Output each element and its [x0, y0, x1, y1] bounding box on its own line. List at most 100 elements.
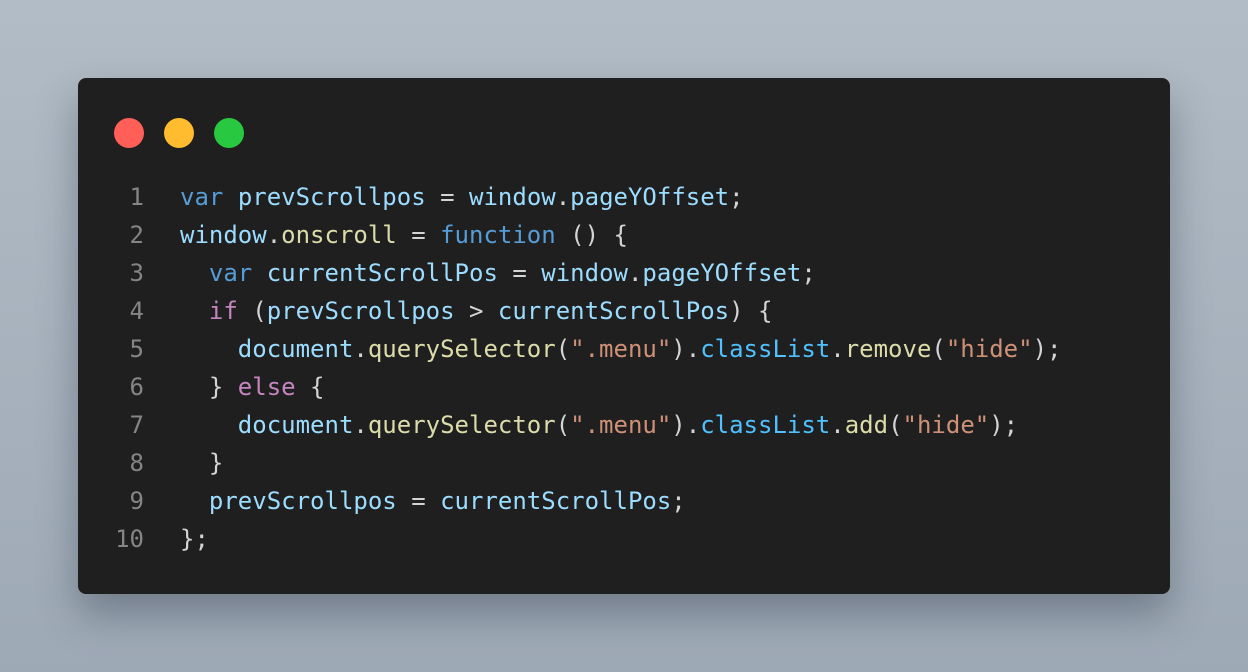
code-token: (: [555, 411, 571, 439]
code-token: pageYOffset: [642, 259, 802, 287]
line-number: 10: [115, 525, 144, 553]
code-token: () {: [555, 221, 628, 249]
maximize-window-button[interactable]: [214, 118, 244, 148]
line-number: 6: [129, 373, 144, 401]
line-code: } else {: [180, 368, 325, 406]
line-code: document.querySelector(".menu").classLis…: [180, 406, 1018, 444]
code-token: (: [931, 335, 946, 363]
line-number: 5: [129, 335, 144, 363]
minimize-window-button[interactable]: [164, 118, 194, 148]
code-token: prevScrollpos: [266, 297, 455, 325]
code-token: "hide": [945, 335, 1033, 363]
code-token: ;: [729, 183, 744, 211]
code-token: document: [237, 335, 354, 363]
code-block: 1 var prevScrollpos = window.pageYOffset;…: [78, 178, 1170, 558]
code-token: .: [627, 259, 643, 287]
line-code: };: [180, 520, 209, 558]
code-token: ".menu": [570, 411, 672, 439]
code-token: ".menu": [570, 335, 672, 363]
code-token: classList: [700, 335, 831, 363]
code-token: .: [830, 335, 845, 363]
code-token: .: [266, 221, 282, 249]
line-number: 4: [129, 297, 144, 325]
code-line: 1 var prevScrollpos = window.pageYOffset;: [78, 178, 1170, 216]
code-line: 6 } else {: [78, 368, 1170, 406]
code-token: };: [180, 525, 209, 553]
code-token: {: [295, 373, 325, 401]
line-code: var currentScrollPos = window.pageYOffse…: [180, 254, 816, 292]
code-line: 5 document.querySelector(".menu").classL…: [78, 330, 1170, 368]
code-token: currentScrollPos: [440, 487, 672, 515]
code-line: 4 if (prevScrollpos > currentScrollPos) …: [78, 292, 1170, 330]
code-token: pageYOffset: [570, 183, 730, 211]
line-code: window.onscroll = function () {: [180, 216, 628, 254]
code-editor-window: 1 var prevScrollpos = window.pageYOffset;…: [78, 78, 1170, 594]
code-token: =: [497, 259, 542, 287]
code-token: =: [396, 221, 441, 249]
code-token: );: [1032, 335, 1062, 363]
line-code: document.querySelector(".menu").classLis…: [180, 330, 1062, 368]
code-token: querySelector: [367, 411, 556, 439]
code-token: ;: [671, 487, 686, 515]
code-token: ;: [801, 259, 816, 287]
line-number: 7: [129, 411, 144, 439]
code-token: .: [353, 335, 368, 363]
code-token: window: [180, 221, 267, 249]
code-token: classList: [700, 411, 831, 439]
code-token: (: [237, 297, 267, 325]
code-line: 2 window.onscroll = function () {: [78, 216, 1170, 254]
code-line: 10};: [78, 520, 1170, 558]
code-token: .: [555, 183, 571, 211]
code-token: ).: [671, 335, 701, 363]
line-number: 8: [129, 449, 144, 477]
code-token: document: [237, 411, 354, 439]
code-token: window: [541, 259, 628, 287]
code-token: =: [425, 183, 470, 211]
line-code: }: [180, 444, 223, 482]
code-token: prevScrollpos: [237, 183, 426, 211]
code-line: 3 var currentScrollPos = window.pageYOff…: [78, 254, 1170, 292]
code-token: );: [989, 411, 1019, 439]
code-token: var: [208, 259, 253, 287]
code-token: var: [180, 183, 224, 211]
line-number: 2: [129, 221, 144, 249]
code-token: .: [830, 411, 845, 439]
line-number: 9: [129, 487, 144, 515]
code-token: (: [888, 411, 903, 439]
code-token: prevScrollpos: [208, 487, 397, 515]
code-token: window: [469, 183, 556, 211]
code-token: (: [555, 335, 571, 363]
code-token: remove: [844, 335, 932, 363]
code-token: else: [237, 373, 296, 401]
code-token: querySelector: [367, 335, 556, 363]
code-line: 7 document.querySelector(".menu").classL…: [78, 406, 1170, 444]
code-token: currentScrollPos: [266, 259, 498, 287]
code-token: >: [454, 297, 498, 325]
code-token: }: [180, 449, 224, 477]
code-line: 8 }: [78, 444, 1170, 482]
code-token: onscroll: [281, 221, 397, 249]
code-token: "hide": [902, 411, 990, 439]
window-controls: [114, 118, 264, 148]
line-number: 3: [129, 259, 144, 287]
code-token: ).: [671, 411, 701, 439]
code-token: ) {: [729, 297, 773, 325]
line-code: if (prevScrollpos > currentScrollPos) {: [180, 292, 773, 330]
code-token: if: [208, 297, 238, 325]
code-token: =: [396, 487, 441, 515]
code-line: 9 prevScrollpos = currentScrollPos;: [78, 482, 1170, 520]
line-code: prevScrollpos = currentScrollPos;: [180, 482, 686, 520]
line-number: 1: [129, 183, 144, 211]
code-token: add: [844, 411, 889, 439]
code-token: function: [440, 221, 556, 249]
code-token: }: [180, 373, 238, 401]
line-code: var prevScrollpos = window.pageYOffset;: [180, 178, 744, 216]
close-window-button[interactable]: [114, 118, 144, 148]
code-token: .: [353, 411, 368, 439]
